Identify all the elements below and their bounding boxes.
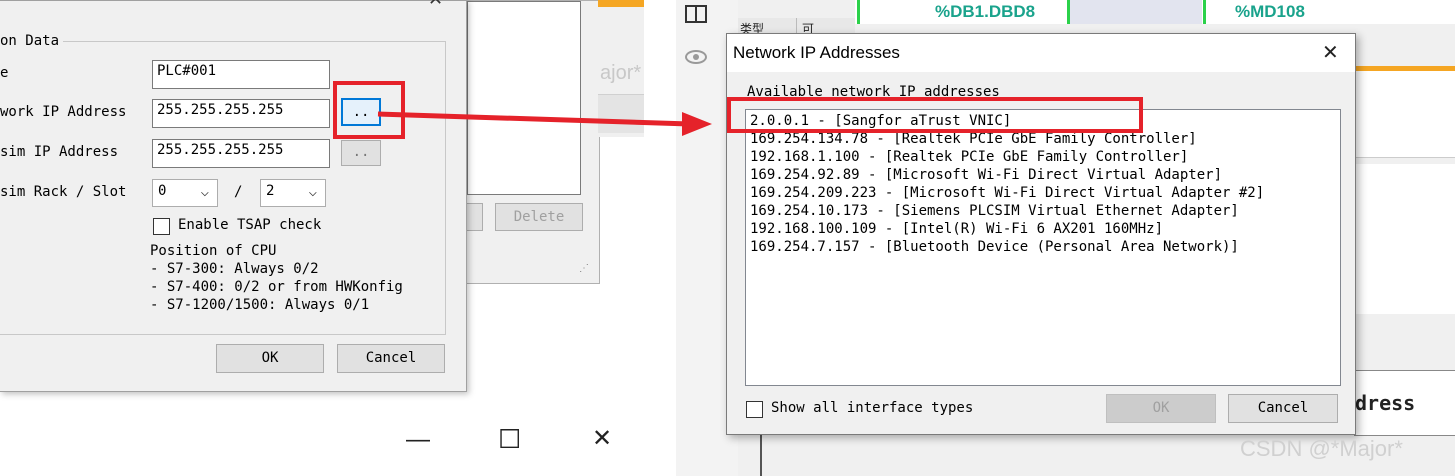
dialog-titlebar: Network IP Addresses ✕ xyxy=(727,34,1355,72)
slot-value: 2 xyxy=(266,183,275,199)
list-item[interactable]: 192.168.100.109 - [Intel(R) Wi-Fi 6 AX20… xyxy=(750,220,1264,238)
network-ip-addresses-dialog: Network IP Addresses ✕ Available network… xyxy=(726,33,1356,435)
watermark: CSDN @*Major* xyxy=(1240,436,1403,461)
list-item[interactable]: 169.254.7.157 - [Bluetooth Device (Perso… xyxy=(750,238,1264,256)
ok-button[interactable]: OK xyxy=(216,344,324,373)
list-item[interactable]: 169.254.92.89 - [Microsoft Wi-Fi Direct … xyxy=(750,166,1264,184)
ip-address-list[interactable]: 2.0.0.1 - [Sangfor aTrust VNIC] 169.254.… xyxy=(745,109,1341,386)
ip-list-items: 2.0.0.1 - [Sangfor aTrust VNIC] 169.254.… xyxy=(750,112,1264,256)
slot-separator: / xyxy=(234,184,243,200)
arrow-shaft xyxy=(377,111,691,127)
gap xyxy=(644,0,676,476)
watermark-fragment: ajor* xyxy=(600,62,642,84)
plcsim-ip-label: sim IP Address xyxy=(0,144,119,160)
plcsim-ip-browse-button[interactable]: .. xyxy=(341,140,381,166)
orange-tab-line xyxy=(598,0,644,7)
slot-select[interactable]: 2 ⌵ xyxy=(260,179,326,207)
maximize-icon[interactable]: ☐ xyxy=(498,424,521,455)
list-item[interactable]: 192.168.1.100 - [Realtek PCIe GbE Family… xyxy=(750,148,1264,166)
background-window: Delete ⋰ xyxy=(463,0,600,284)
right-panel-mid xyxy=(1354,164,1455,314)
list-item[interactable]: 169.254.10.173 - [Siemens PLCSIM Virtual… xyxy=(750,202,1264,220)
close-icon[interactable]: ✕ xyxy=(592,424,612,453)
db-address-cell[interactable]: %DB1.DBD8 xyxy=(935,2,1035,22)
tsap-checkbox[interactable] xyxy=(153,218,170,235)
panel-layout-icon[interactable] xyxy=(685,5,707,23)
right-panel-box: dress xyxy=(1354,370,1455,436)
show-all-label: Show all interface types xyxy=(771,400,974,416)
cancel-button[interactable]: Cancel xyxy=(337,344,445,373)
cancel-button[interactable]: Cancel xyxy=(1228,394,1338,423)
rack-slot-label: sim Rack / Slot xyxy=(0,184,127,200)
position-line: - S7-400: 0/2 or from HWKonfig xyxy=(150,279,403,295)
rack-select[interactable]: 0 ⌵ xyxy=(152,179,218,207)
chevron-down-icon: ⌵ xyxy=(200,184,209,200)
ok-button[interactable]: OK xyxy=(1106,394,1216,423)
dialog-title: Network IP Addresses xyxy=(733,43,900,62)
address-label-fragment: dress xyxy=(1355,391,1416,415)
right-panel-top xyxy=(1354,71,1455,158)
plc-name-input[interactable]: PLC#001 xyxy=(152,60,330,89)
window-caption-bar: — ☐ ✕ xyxy=(0,416,644,476)
selected-ip-highlight-box xyxy=(727,97,1143,133)
network-ip-input[interactable]: 255.255.255.255 xyxy=(152,99,330,128)
network-ip-label: work IP Address xyxy=(0,104,127,120)
dialog-close-icon[interactable]: ✕ xyxy=(428,0,443,10)
list-item[interactable]: 169.254.209.223 - [Microsoft Wi-Fi Direc… xyxy=(750,184,1264,202)
annotation-arrow xyxy=(377,111,712,136)
arrow-head xyxy=(682,112,712,136)
rack-value: 0 xyxy=(158,183,167,199)
delete-button[interactable]: Delete xyxy=(495,203,583,231)
bottom-divider xyxy=(760,433,762,476)
name-label: e xyxy=(0,65,9,81)
close-icon[interactable]: ✕ xyxy=(1322,40,1339,65)
plcsim-ip-input[interactable]: 255.255.255.255 xyxy=(152,139,330,168)
md-address-cell[interactable]: %MD108 xyxy=(1235,2,1305,22)
address-row: %DB1.DBD8 %MD108 xyxy=(855,0,1455,24)
position-title: Position of CPU xyxy=(150,243,277,259)
position-line: - S7-1200/1500: Always 0/1 xyxy=(150,297,370,313)
group-title: on Data xyxy=(0,33,64,49)
tsap-label: Enable TSAP check xyxy=(178,217,322,233)
minimize-icon[interactable]: — xyxy=(406,426,430,454)
eye-icon[interactable] xyxy=(685,50,707,64)
resize-grip-icon[interactable]: ⋰ xyxy=(579,263,589,274)
show-all-checkbox[interactable] xyxy=(746,401,763,418)
chevron-down-icon: ⌵ xyxy=(308,184,317,200)
position-line: - S7-300: Always 0/2 xyxy=(150,261,319,277)
back-window-list xyxy=(467,1,581,195)
plc-connection-dialog: ✕ on Data e PLC#001 work IP Address 255.… xyxy=(0,0,467,392)
